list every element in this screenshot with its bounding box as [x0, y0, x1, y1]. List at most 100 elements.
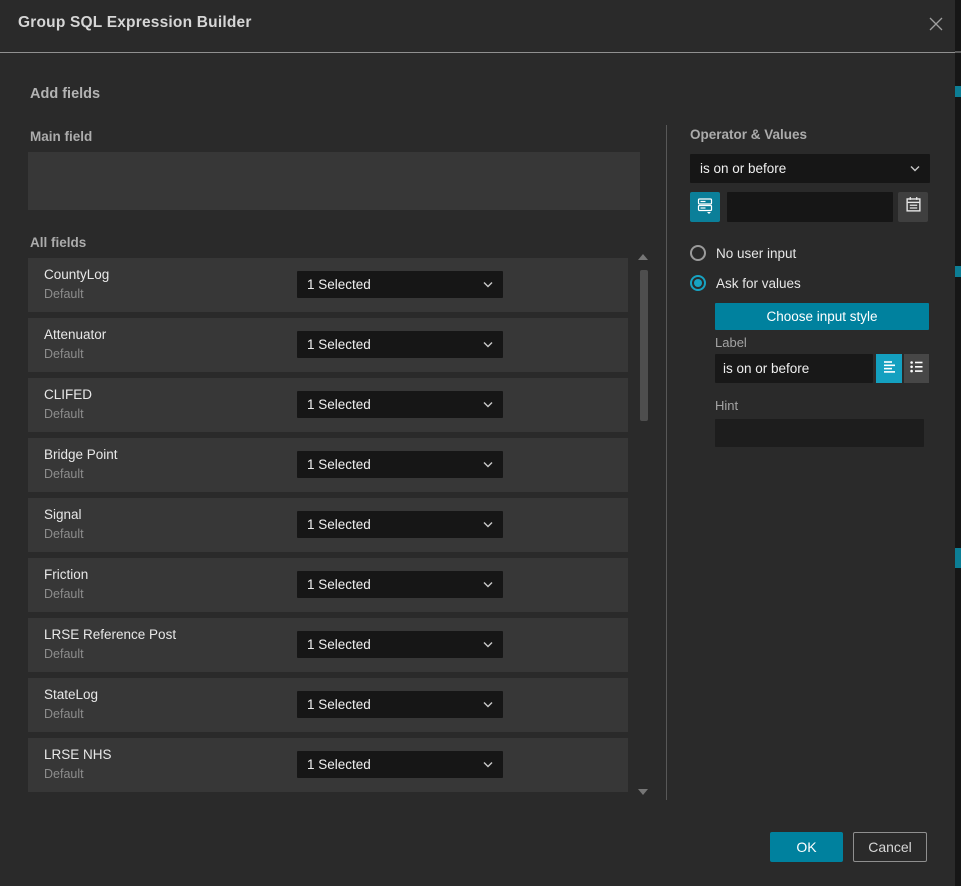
panel-divider [666, 125, 667, 800]
label-caption: Label [715, 335, 747, 350]
field-row: Attenuator Default 1 Selected [28, 318, 628, 372]
close-icon [927, 15, 945, 38]
align-left-icon [882, 359, 897, 379]
hint-caption: Hint [715, 398, 738, 413]
field-values-select-value: 1 Selected [307, 457, 371, 472]
field-sublabel: Default [44, 287, 84, 301]
field-values-select-value: 1 Selected [307, 517, 371, 532]
field-name: LRSE NHS [44, 747, 112, 762]
chevron-down-icon [483, 341, 493, 348]
main-field-container: CountyLog | Default From Date [28, 152, 640, 210]
field-values-select[interactable]: 1 Selected [297, 271, 503, 298]
field-row: LRSE Reference Post Default 1 Selected [28, 618, 628, 672]
dialog-title: Group SQL Expression Builder [18, 14, 252, 32]
field-sublabel: Default [44, 587, 84, 601]
field-values-select-value: 1 Selected [307, 277, 371, 292]
field-values-select[interactable]: 1 Selected [297, 571, 503, 598]
chevron-down-icon [483, 641, 493, 648]
all-fields-list: CountyLog Default 1 Selected Attenuator … [28, 258, 628, 798]
field-values-select[interactable]: 1 Selected [297, 511, 503, 538]
field-sublabel: Default [44, 467, 84, 481]
field-row: LRSE NHS Default 1 Selected [28, 738, 628, 792]
field-name: Friction [44, 567, 88, 582]
field-name: Bridge Point [44, 447, 118, 462]
field-values-select[interactable]: 1 Selected [297, 691, 503, 718]
date-picker-button[interactable] [898, 192, 928, 222]
operator-values-heading: Operator & Values [690, 127, 807, 142]
chevron-down-icon [483, 701, 493, 708]
ok-button[interactable]: OK [770, 832, 843, 862]
chevron-down-icon [483, 521, 493, 528]
backdrop-fragment [955, 51, 961, 53]
choose-input-style-button[interactable]: Choose input style [715, 303, 929, 330]
radio-circle [690, 245, 706, 261]
field-values-select-value: 1 Selected [307, 637, 371, 652]
field-values-select-value: 1 Selected [307, 397, 371, 412]
title-separator [0, 52, 955, 53]
align-left-style-button[interactable] [876, 354, 902, 383]
field-sublabel: Default [44, 527, 84, 541]
field-name: Attenuator [44, 327, 106, 342]
field-sublabel: Default [44, 347, 84, 361]
field-name: CountyLog [44, 267, 109, 282]
field-row: Friction Default 1 Selected [28, 558, 628, 612]
field-sublabel: Default [44, 407, 84, 421]
field-values-select[interactable]: 1 Selected [297, 331, 503, 358]
calendar-icon [905, 196, 922, 218]
scrollbar-thumb[interactable] [640, 270, 648, 421]
chevron-down-icon [910, 165, 920, 172]
field-row: CLIFED Default 1 Selected [28, 378, 628, 432]
bullet-list-style-button[interactable] [904, 354, 929, 383]
field-name: StateLog [44, 687, 98, 702]
field-name: CLIFED [44, 387, 92, 402]
bullet-list-icon [909, 359, 924, 379]
field-sublabel: Default [44, 647, 84, 661]
field-values-select[interactable]: 1 Selected [297, 751, 503, 778]
field-sublabel: Default [44, 707, 84, 721]
label-input[interactable] [715, 354, 873, 383]
scrollbar-up-arrow[interactable] [638, 254, 648, 260]
radio-no-user-input[interactable]: No user input [690, 245, 796, 261]
backdrop-fragment [955, 86, 961, 97]
hint-input[interactable] [715, 419, 924, 447]
close-button[interactable] [924, 14, 948, 38]
cancel-button[interactable]: Cancel [853, 832, 927, 862]
field-values-select[interactable]: 1 Selected [297, 451, 503, 478]
radio-ask-for-values[interactable]: Ask for values [690, 275, 801, 291]
main-field-heading: Main field [30, 129, 92, 144]
radio-ask-for-values-label: Ask for values [716, 276, 801, 291]
chevron-down-icon [483, 581, 493, 588]
input-type-button[interactable] [690, 192, 720, 222]
input-type-icon [696, 196, 714, 219]
field-name: Signal [44, 507, 82, 522]
add-fields-heading: Add fields [30, 86, 100, 102]
field-values-select-value: 1 Selected [307, 757, 371, 772]
chevron-down-icon [483, 281, 493, 288]
scrollbar-down-arrow[interactable] [638, 789, 648, 795]
field-row: Signal Default 1 Selected [28, 498, 628, 552]
field-values-select-value: 1 Selected [307, 337, 371, 352]
operator-select[interactable]: is on or before [690, 154, 930, 183]
chevron-down-icon [483, 461, 493, 468]
field-row: CountyLog Default 1 Selected [28, 258, 628, 312]
field-values-select-value: 1 Selected [307, 697, 371, 712]
field-values-select[interactable]: 1 Selected [297, 631, 503, 658]
group-sql-expression-builder-dialog: Group SQL Expression Builder Add fields … [0, 0, 961, 886]
operator-select-value: is on or before [700, 161, 786, 176]
background-edge-strip [955, 0, 961, 886]
field-row: Bridge Point Default 1 Selected [28, 438, 628, 492]
all-fields-heading: All fields [30, 235, 86, 250]
chevron-down-icon [483, 761, 493, 768]
radio-circle-checked [690, 275, 706, 291]
field-name: LRSE Reference Post [44, 627, 176, 642]
field-sublabel: Default [44, 767, 84, 781]
field-row: StateLog Default 1 Selected [28, 678, 628, 732]
backdrop-fragment [955, 266, 961, 277]
dialog-surface: Group SQL Expression Builder Add fields … [0, 0, 955, 886]
field-values-select[interactable]: 1 Selected [297, 391, 503, 418]
value-input[interactable] [727, 192, 893, 222]
chevron-down-icon [483, 401, 493, 408]
backdrop-fragment [955, 548, 961, 568]
field-values-select-value: 1 Selected [307, 577, 371, 592]
radio-no-user-input-label: No user input [716, 246, 796, 261]
